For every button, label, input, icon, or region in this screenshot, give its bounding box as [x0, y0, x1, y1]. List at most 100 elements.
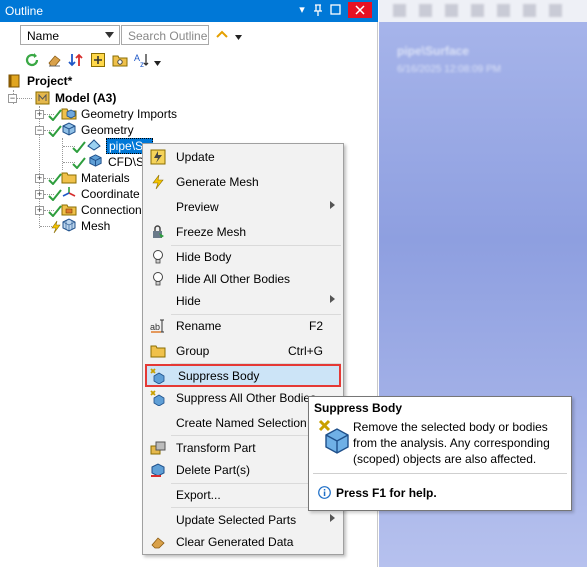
menu-label: Hide — [176, 294, 201, 308]
menu-label: Delete Part(s) — [176, 463, 251, 477]
expand-all-icon[interactable] — [90, 52, 106, 68]
menu-label: Freeze Mesh — [176, 225, 247, 239]
dropdown-icon[interactable]: ▾ — [294, 2, 310, 18]
menu-item-suppress-body[interactable]: Suppress Body — [145, 364, 341, 387]
menu-label: Preview — [176, 200, 219, 214]
viewport-heading: pipe\Surface — [397, 44, 470, 58]
search-placeholder: Search Outline — [128, 29, 208, 43]
submenu-arrow-icon — [330, 201, 335, 209]
sort-alphabetical-icon[interactable]: Az — [134, 52, 150, 68]
materials-icon — [61, 172, 77, 184]
menu-shortcut: F2 — [308, 319, 323, 333]
maximize-icon[interactable] — [328, 2, 344, 18]
menu-item-hide-body[interactable]: Hide Body — [145, 246, 341, 268]
info-icon — [318, 486, 331, 499]
panel-title: Outline — [5, 4, 44, 18]
menu-label: Update — [176, 150, 215, 164]
folder-icon — [150, 345, 166, 358]
rename-icon: ab — [150, 319, 164, 333]
tooltip-help: Press F1 for help. — [336, 486, 437, 500]
eraser-icon — [151, 537, 165, 549]
toolbar-icon — [497, 4, 510, 17]
collapse-search-icon[interactable] — [216, 30, 228, 38]
surface-body-icon — [87, 139, 101, 151]
viewport-timestamp: 6/16/2025 12:08:09 PM — [397, 64, 501, 75]
menu-item-clear-generated-data[interactable]: Clear Generated Data — [145, 531, 341, 553]
connections-icon — [61, 204, 77, 216]
search-options-icon[interactable] — [235, 35, 242, 40]
menu-label: Rename — [176, 319, 222, 333]
suppress-body-icon — [318, 419, 349, 454]
tree-geometry-imports[interactable]: Geometry Imports — [81, 107, 177, 121]
close-button[interactable] — [348, 2, 372, 18]
collapse-toggle[interactable]: − — [35, 126, 44, 135]
expand-toggle[interactable]: + — [35, 174, 44, 183]
check-icon — [48, 189, 62, 201]
filter-value: Name — [27, 29, 60, 43]
refresh-icon[interactable] — [24, 52, 40, 68]
menu-item-update-selected-parts[interactable]: Update Selected Parts — [145, 509, 341, 531]
sort-options-icon[interactable] — [154, 61, 161, 66]
menu-item-preview[interactable]: Preview — [145, 196, 341, 218]
collapse-toggle[interactable]: − — [8, 94, 17, 103]
tree-connections[interactable]: Connections — [81, 203, 148, 217]
chevron-down-icon — [105, 32, 114, 38]
menu-label: Transform Part — [176, 441, 256, 455]
toolbar-icon — [523, 4, 536, 17]
expand-toggle[interactable]: + — [35, 110, 44, 119]
tree-materials[interactable]: Materials — [81, 171, 130, 185]
tree-geometry[interactable]: Geometry — [81, 123, 134, 137]
menu-item-group[interactable]: Group Ctrl+G — [145, 340, 341, 362]
lightbulb-icon — [153, 250, 163, 264]
menu-label: Clear Generated Data — [176, 535, 294, 549]
tree-model[interactable]: Model (A3) — [55, 91, 116, 105]
check-icon — [48, 205, 62, 217]
search-input[interactable]: Search Outline — [121, 25, 209, 45]
mesh-icon — [62, 218, 76, 232]
toolbar-icon — [419, 4, 432, 17]
pin-icon[interactable] — [310, 2, 326, 18]
menu-item-hide-all-other-bodies[interactable]: Hide All Other Bodies — [145, 268, 341, 290]
menu-label: Generate Mesh — [176, 175, 259, 189]
menu-shortcut: Ctrl+G — [287, 344, 323, 358]
tooltip-title: Suppress Body — [314, 401, 403, 415]
menu-item-rename[interactable]: ab Rename F2 — [145, 315, 341, 337]
menu-label: Create Named Selection — [176, 416, 307, 430]
tree-coordinate-systems[interactable]: Coordinate S — [81, 187, 151, 201]
tree-mesh[interactable]: Mesh — [81, 219, 110, 233]
menu-label: Hide All Other Bodies — [176, 272, 291, 286]
geometry-icon — [62, 122, 76, 136]
check-icon — [48, 173, 62, 185]
check-icon — [72, 141, 86, 153]
outline-title-bar: Outline ▾ — [0, 0, 378, 22]
toolbar-icon — [549, 4, 562, 17]
check-icon — [72, 157, 86, 169]
svg-text:ab: ab — [150, 322, 160, 332]
delete-part-icon — [151, 463, 165, 477]
eraser-icon[interactable] — [46, 52, 62, 68]
sort-icon[interactable] — [68, 52, 84, 68]
tooltip-body: Remove the selected body or bodies from … — [353, 420, 550, 466]
menu-label: Update Selected Parts — [176, 513, 297, 527]
suppress-bodies-icon — [150, 390, 165, 406]
tooltip-divider — [313, 473, 567, 474]
model-icon — [35, 91, 50, 105]
expand-toggle[interactable]: + — [35, 190, 44, 199]
update-icon — [150, 149, 166, 165]
toolbar-icon — [445, 4, 458, 17]
solid-body-icon — [89, 154, 102, 167]
geometry-imports-icon — [61, 108, 77, 120]
lightning-icon — [152, 174, 164, 190]
menu-item-hide[interactable]: Hide — [145, 290, 341, 312]
menu-label: Suppress Body — [178, 369, 260, 383]
menu-label: Export... — [176, 488, 221, 502]
folder-tree-icon[interactable] — [112, 52, 128, 68]
tree-project[interactable]: Project* — [27, 74, 72, 88]
filter-dropdown[interactable]: Name — [20, 25, 120, 45]
menu-label: Suppress All Other Bodies — [176, 391, 317, 405]
menu-item-generate-mesh[interactable]: Generate Mesh — [145, 171, 341, 193]
menu-item-freeze-mesh[interactable]: Freeze Mesh — [145, 221, 341, 243]
menu-item-update[interactable]: Update — [145, 146, 341, 168]
expand-toggle[interactable]: + — [35, 206, 44, 215]
menu-label: Group — [176, 344, 210, 358]
